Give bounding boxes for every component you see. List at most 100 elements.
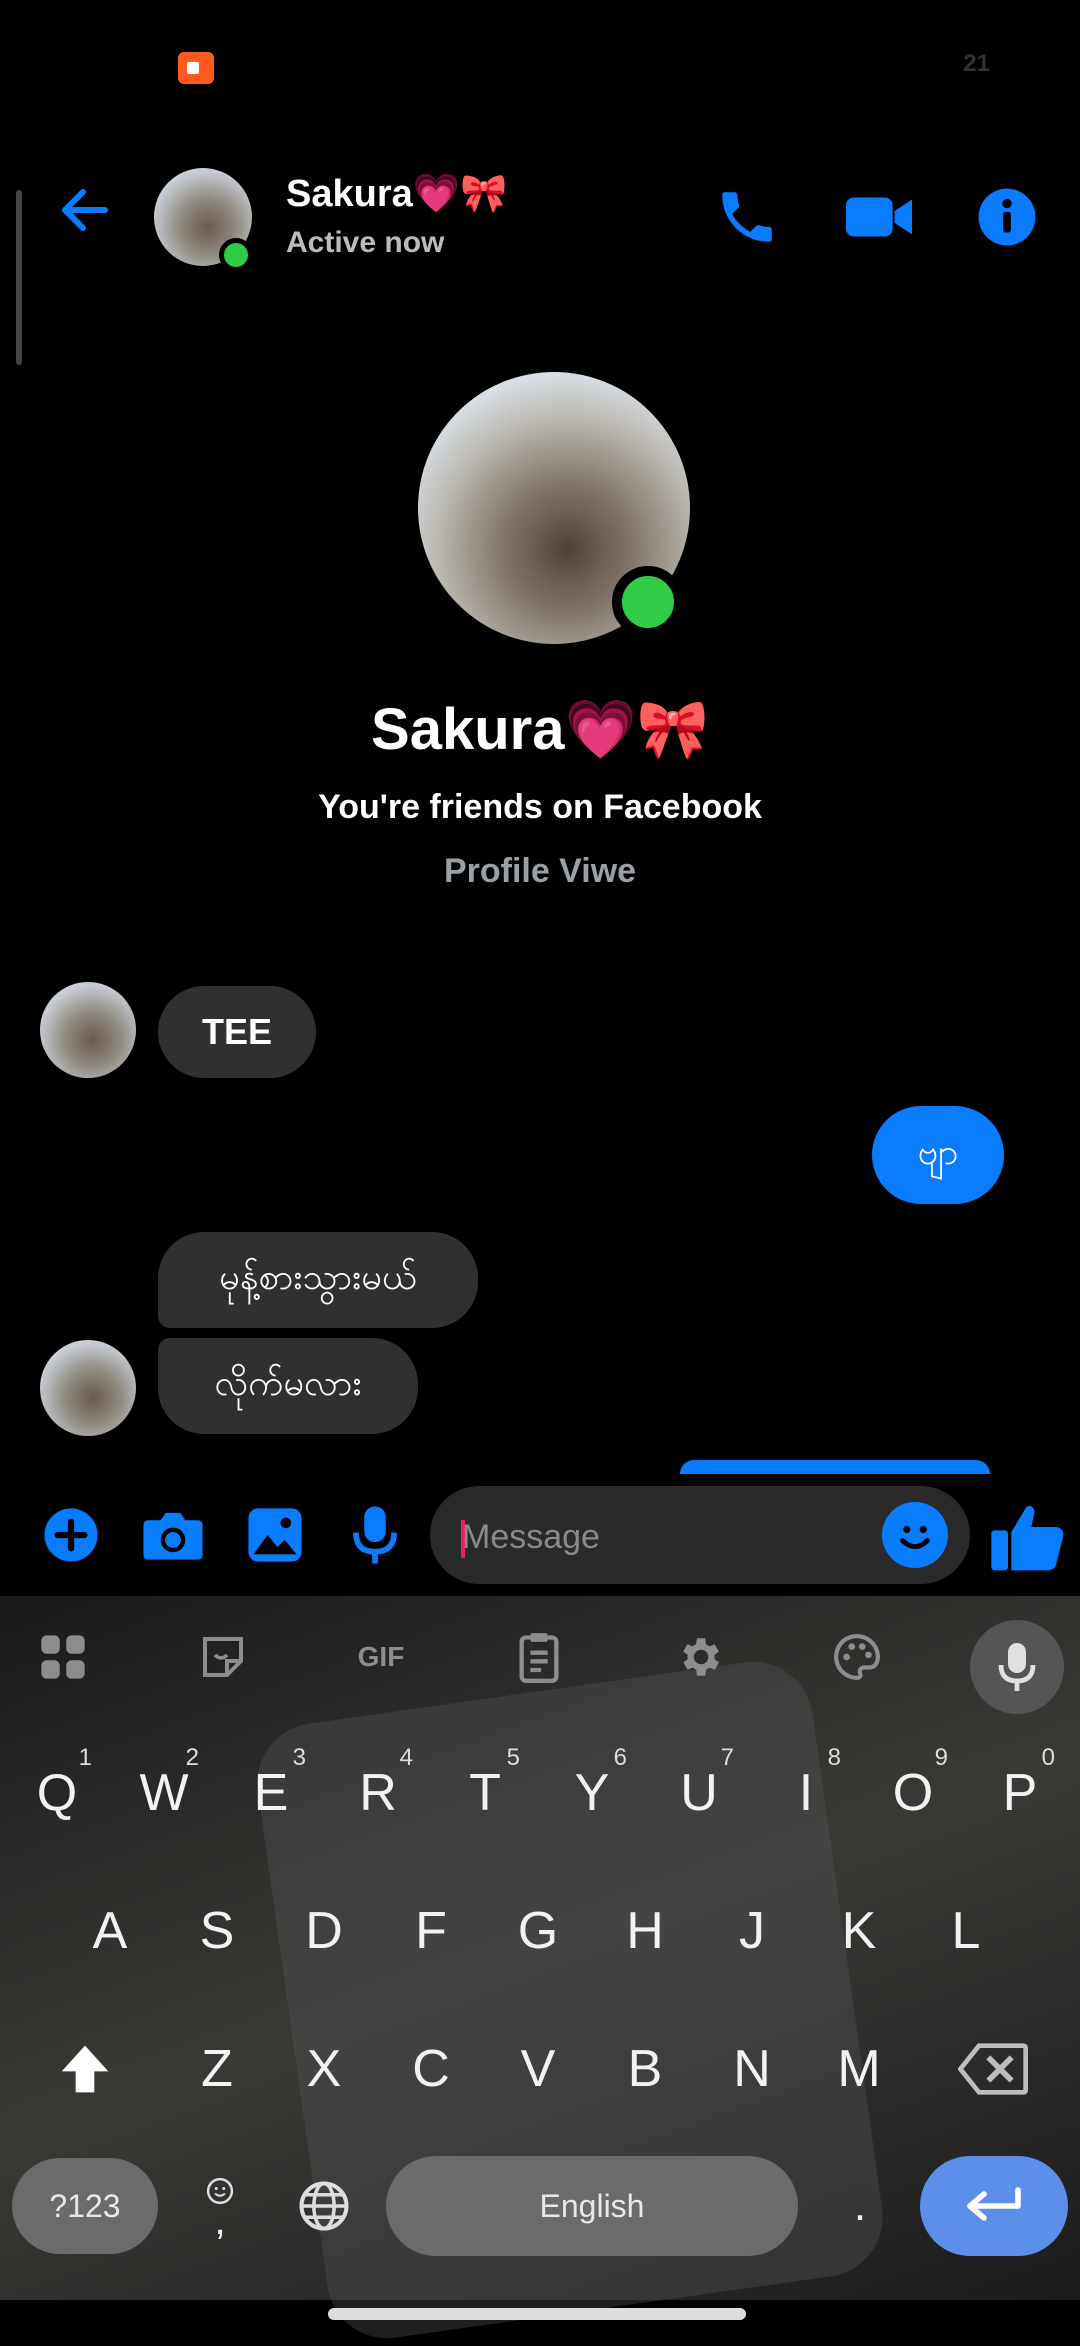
camera-button[interactable] (138, 1500, 208, 1570)
phone-icon (722, 192, 772, 242)
key-x[interactable]: X (275, 2014, 373, 2124)
arrow-left-icon (62, 189, 108, 231)
key-p[interactable]: P0 (971, 1738, 1069, 1848)
key-number-hint: 7 (720, 1744, 734, 1771)
key-letter: K (841, 1902, 877, 1960)
key-number-hint: 9 (934, 1744, 948, 1771)
key-letter: T (469, 1764, 501, 1822)
key-w[interactable]: W2 (115, 1738, 213, 1848)
key-letter: B (627, 2040, 663, 2098)
key-c[interactable]: C (382, 2014, 480, 2124)
key-number-hint: 6 (613, 1744, 627, 1771)
key-f[interactable]: F (382, 1876, 480, 1986)
message-bubble-incoming[interactable]: လိုက်မလား (158, 1338, 418, 1434)
emoji-button[interactable] (882, 1502, 948, 1568)
voice-call-button[interactable] (712, 182, 782, 252)
key-letter: N (733, 2040, 771, 2098)
period-key[interactable]: . (812, 2152, 908, 2260)
apps-grid-icon[interactable] (28, 1622, 98, 1692)
key-letter: A (92, 1902, 128, 1960)
backspace-key[interactable] (944, 2014, 1042, 2124)
key-letter: H (626, 1902, 664, 1960)
settings-icon[interactable] (664, 1622, 734, 1692)
key-letter: C (412, 2040, 450, 2098)
key-number-hint: 1 (78, 1744, 92, 1771)
key-number-hint: 2 (185, 1744, 199, 1771)
key-v[interactable]: V (489, 2014, 587, 2124)
key-letter: Y (574, 1764, 610, 1822)
emoji-comma-key[interactable]: , (172, 2154, 268, 2258)
message-bubble-outgoing-partial[interactable] (680, 1460, 990, 1474)
key-q[interactable]: Q1 (8, 1738, 106, 1848)
enter-key[interactable] (920, 2156, 1068, 2256)
view-profile-link[interactable]: Profile Viwe (0, 852, 1080, 891)
contact-status: Active now (286, 226, 445, 259)
key-z[interactable]: Z (168, 2014, 266, 2124)
key-number-hint: 4 (399, 1744, 413, 1771)
video-camera-icon (845, 197, 913, 237)
mic-icon (998, 1643, 1036, 1691)
key-s[interactable]: S (168, 1876, 266, 1986)
contact-name[interactable]: Sakura💗🎀 (286, 172, 507, 216)
shift-arrow-icon (61, 2045, 109, 2093)
thumbs-up-icon (991, 1506, 1064, 1571)
key-b[interactable]: B (596, 2014, 694, 2124)
video-call-button[interactable] (844, 182, 914, 252)
space-key[interactable]: English (386, 2156, 798, 2256)
key-letter: U (680, 1764, 718, 1822)
key-letter: J (739, 1902, 765, 1960)
key-k[interactable]: K (810, 1876, 908, 1986)
camera-icon (143, 1512, 203, 1560)
key-j[interactable]: J (703, 1876, 801, 1986)
key-number-hint: 3 (292, 1744, 306, 1771)
voice-message-button[interactable] (340, 1500, 410, 1570)
key-g[interactable]: G (489, 1876, 587, 1986)
shift-key[interactable] (36, 2014, 134, 2124)
conversation-info-button[interactable] (972, 182, 1042, 252)
gallery-button[interactable] (240, 1500, 310, 1570)
clipboard-icon[interactable] (504, 1622, 574, 1692)
key-a[interactable]: A (61, 1876, 159, 1986)
key-u[interactable]: U7 (650, 1738, 748, 1848)
palette-icon[interactable] (822, 1622, 892, 1692)
key-i[interactable]: I8 (757, 1738, 855, 1848)
like-button[interactable] (984, 1494, 1072, 1580)
key-letter: P (1002, 1764, 1038, 1822)
sender-avatar[interactable] (40, 982, 136, 1078)
key-number-hint: 0 (1041, 1744, 1055, 1771)
message-bubble-incoming[interactable]: မုန့်စားသွားမယ် (158, 1232, 478, 1328)
key-o[interactable]: O9 (864, 1738, 962, 1848)
key-e[interactable]: E3 (222, 1738, 320, 1848)
language-key[interactable] (276, 2152, 372, 2260)
message-bubble-outgoing[interactable]: ဗျာ (872, 1106, 1004, 1204)
key-d[interactable]: D (275, 1876, 373, 1986)
enter-arrow-icon (967, 2187, 1021, 2221)
back-button[interactable] (55, 180, 115, 240)
key-h[interactable]: H (596, 1876, 694, 1986)
screen-record-icon (178, 52, 214, 84)
key-m[interactable]: M (810, 2014, 908, 2124)
sticker-icon[interactable] (188, 1622, 258, 1692)
key-y[interactable]: Y6 (543, 1738, 641, 1848)
key-l[interactable]: L (917, 1876, 1015, 1986)
symbols-key[interactable]: ?123 (12, 2158, 158, 2254)
gif-button[interactable]: GIF (346, 1622, 416, 1692)
key-letter: S (199, 1902, 235, 1960)
sender-avatar[interactable] (40, 1340, 136, 1436)
key-letter: E (253, 1764, 289, 1822)
key-letter: O (892, 1764, 934, 1822)
key-letter: F (415, 1902, 447, 1960)
key-letter: I (798, 1764, 814, 1822)
home-indicator[interactable] (328, 2308, 746, 2320)
backspace-icon (958, 2043, 1028, 2095)
globe-icon (299, 2181, 349, 2231)
key-letter: W (139, 1764, 189, 1822)
more-actions-button[interactable] (36, 1500, 106, 1570)
key-letter: X (306, 2040, 342, 2098)
message-bubble-incoming[interactable]: TEE (158, 986, 316, 1078)
key-t[interactable]: T5 (436, 1738, 534, 1848)
key-r[interactable]: R4 (329, 1738, 427, 1848)
scroll-indicator[interactable] (16, 190, 22, 365)
keyboard-voice-input-button[interactable] (970, 1620, 1064, 1714)
key-n[interactable]: N (703, 2014, 801, 2124)
